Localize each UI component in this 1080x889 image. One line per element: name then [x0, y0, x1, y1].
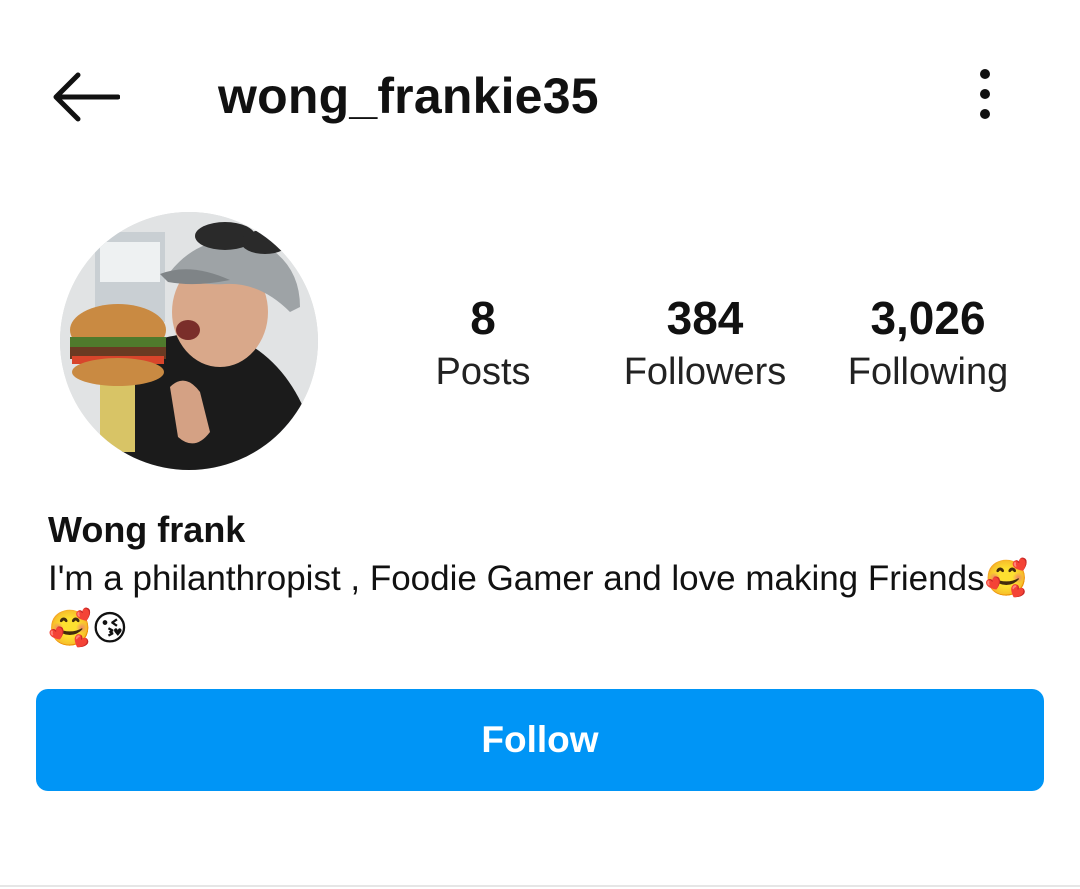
stat-label: Following [847, 351, 1009, 393]
follow-button[interactable]: Follow [36, 689, 1044, 791]
back-button[interactable] [44, 62, 124, 132]
bio-text: I'm a philanthropist , Foodie Gamer and … [48, 559, 1029, 648]
profile-bio-section: Wong frank I'm a philanthropist , Foodie… [48, 506, 1038, 654]
arrow-left-icon [53, 72, 120, 122]
stat-count: 3,026 [870, 292, 986, 344]
avatar[interactable] [60, 212, 318, 470]
stat-posts[interactable]: 8 Posts [410, 290, 556, 398]
top-app-bar: wong_frankie35 [0, 0, 1080, 190]
more-vertical-icon [980, 69, 990, 119]
profile-username: wong_frankie35 [218, 68, 599, 124]
stat-count: 8 [470, 292, 496, 344]
stat-count: 384 [666, 292, 744, 344]
display-name: Wong frank [48, 509, 246, 550]
stat-label: Followers [623, 351, 787, 393]
stat-following[interactable]: 3,026 Following [838, 290, 1018, 398]
profile-stats: 8 Posts 384 Followers 3,026 Following [370, 290, 1080, 410]
profile-photo [60, 212, 318, 470]
divider [0, 885, 1080, 887]
more-options-button[interactable] [955, 60, 1015, 130]
stat-label: Posts [435, 351, 531, 393]
stat-followers[interactable]: 384 Followers [615, 290, 795, 398]
